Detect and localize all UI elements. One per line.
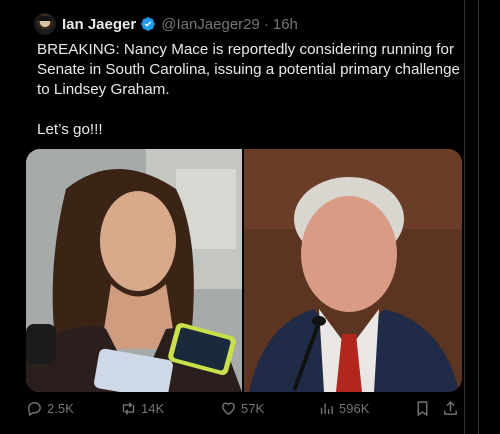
share-button[interactable] xyxy=(442,400,463,417)
views-chart-icon xyxy=(320,403,333,415)
bookmark-icon xyxy=(417,401,428,417)
tweet-media[interactable] xyxy=(26,149,462,392)
reply-icon xyxy=(28,402,41,417)
share-icon xyxy=(444,401,457,415)
woman-speaking-to-reporters-photo[interactable] xyxy=(26,149,242,392)
avatar[interactable] xyxy=(34,13,56,35)
tweet-paragraph: Let’s go!!! xyxy=(37,121,103,138)
heart-icon xyxy=(222,402,235,416)
tweet[interactable]: Ian Jaeger @IanJaeger29 · 16h BREAKING: … xyxy=(24,0,462,434)
separator-dot: · xyxy=(263,15,269,33)
like-button[interactable]: 57K xyxy=(220,400,264,417)
post-time[interactable]: 16h xyxy=(273,16,298,33)
bookmark-button[interactable] xyxy=(414,400,435,417)
column-divider-outer xyxy=(478,0,479,434)
views-count: 596K xyxy=(339,401,370,416)
tweet-paragraph: BREAKING: Nancy Mace is reportedly consi… xyxy=(37,41,460,98)
views-button[interactable]: 596K xyxy=(318,400,369,417)
author-name[interactable]: Ian Jaeger xyxy=(62,16,136,33)
tweet-text: BREAKING: Nancy Mace is reportedly consi… xyxy=(37,40,462,160)
verified-badge-icon[interactable] xyxy=(140,16,156,32)
reply-button[interactable]: 2.5K xyxy=(26,400,74,417)
man-at-hearing-photo[interactable] xyxy=(244,149,462,392)
repost-icon xyxy=(122,402,135,415)
repost-count: 14K xyxy=(141,401,165,416)
reply-count: 2.5K xyxy=(47,401,74,416)
like-count: 57K xyxy=(241,401,265,416)
column-divider xyxy=(464,0,465,434)
tweet-header: Ian Jaeger @IanJaeger29 · 16h xyxy=(34,12,298,36)
repost-button[interactable]: 14K xyxy=(120,400,164,417)
author-handle[interactable]: @IanJaeger29 xyxy=(161,16,260,33)
tweet-actions: 2.5K 14K 57K 596K xyxy=(24,400,462,424)
